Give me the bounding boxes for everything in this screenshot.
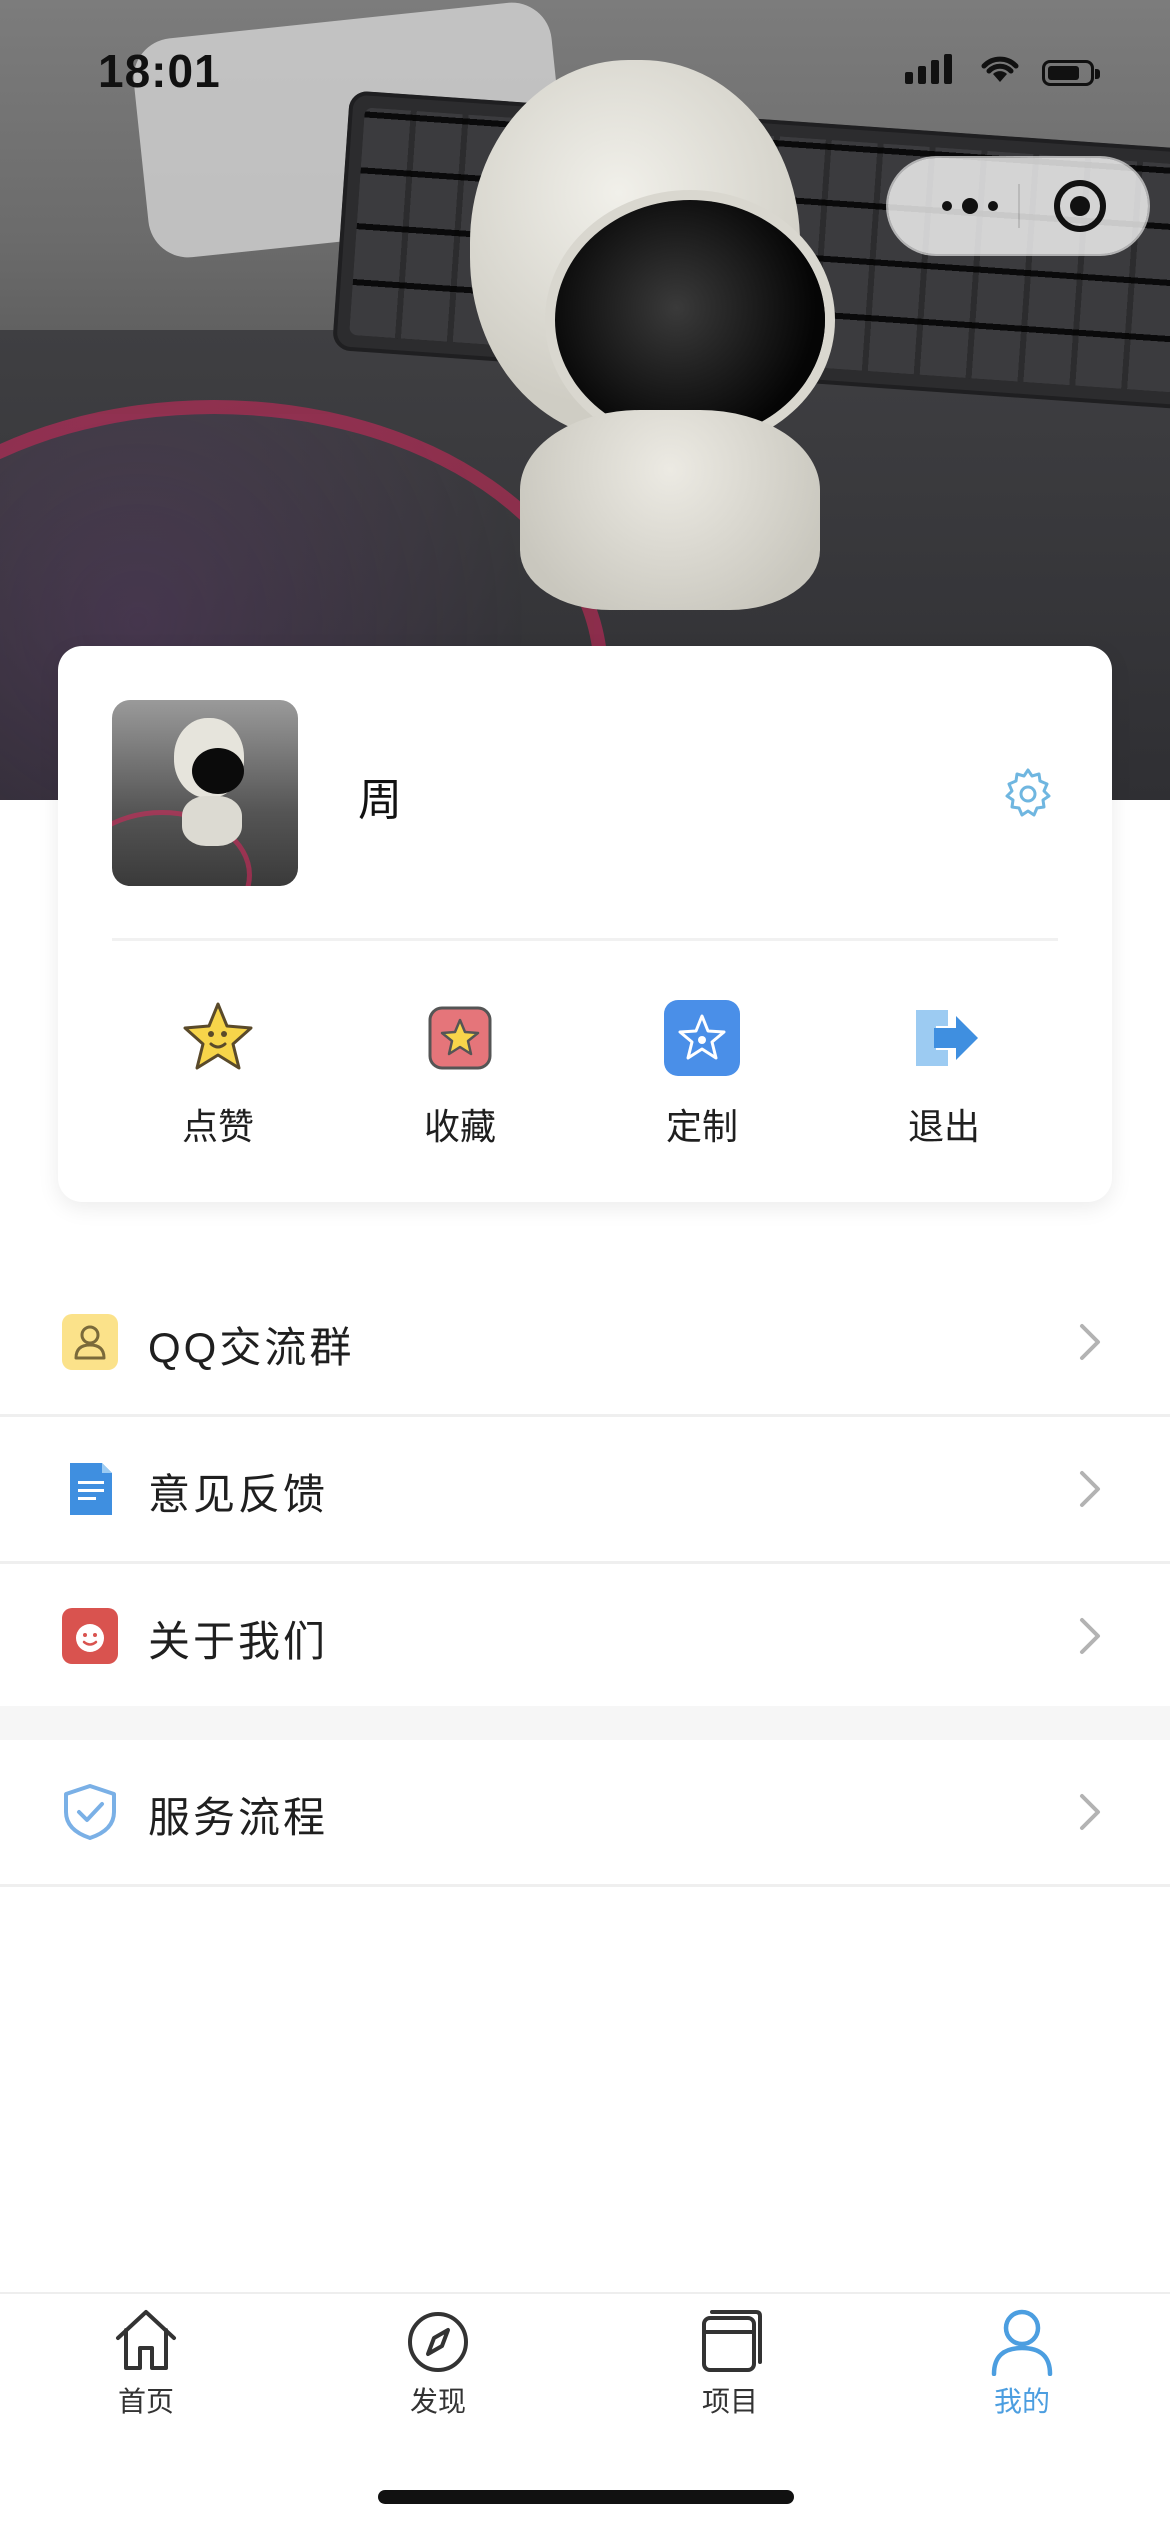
favorites-button[interactable]: 收藏	[360, 998, 560, 1158]
about-us-icon	[62, 1608, 118, 1664]
home-icon	[116, 2310, 176, 2370]
status-time: 18:01	[98, 45, 221, 97]
quick-actions: 点赞 收藏 定制 退出	[58, 998, 1112, 1158]
miniprogram-capsule	[888, 158, 1148, 254]
tab-home[interactable]: 首页	[0, 2294, 292, 2444]
menu-label-qq-group: QQ交流群	[148, 1324, 355, 1371]
card-divider	[112, 938, 1058, 941]
tab-label-discover: 发现	[409, 2386, 466, 2417]
avatar[interactable]	[112, 700, 298, 886]
menu-item-service-process[interactable]: 服务流程	[0, 1740, 1170, 1884]
customize-button[interactable]: 定制	[602, 998, 802, 1158]
menu-label-feedback: 意见反馈	[148, 1471, 329, 1518]
qq-group-icon	[62, 1314, 118, 1370]
settings-gear-icon[interactable]	[998, 764, 1058, 824]
status-bar: 18:01	[0, 0, 1170, 140]
menu-label-about-us: 关于我们	[148, 1618, 329, 1665]
chevron-right-icon	[1080, 1471, 1100, 1507]
user-icon	[991, 2309, 1053, 2376]
logout-button[interactable]: 退出	[844, 998, 1044, 1158]
username: 周	[358, 776, 402, 825]
profile-card: 周 点赞 收藏 定制 退出	[58, 646, 1112, 1202]
tab-label-projects: 项目	[701, 2386, 758, 2417]
custom-star-icon	[664, 1000, 740, 1076]
more-options-icon[interactable]	[930, 158, 1010, 254]
tab-projects[interactable]: 项目	[584, 2294, 876, 2444]
menu-item-feedback[interactable]: 意见反馈	[0, 1417, 1170, 1561]
section-gap	[0, 1706, 1170, 1740]
battery-icon	[1042, 60, 1100, 86]
tab-mine[interactable]: 我的	[876, 2294, 1168, 2444]
menu-label-service-process: 服务流程	[148, 1794, 329, 1841]
favorite-star-icon	[428, 1006, 492, 1070]
like-label: 点赞	[181, 1106, 254, 1147]
chevron-right-icon	[1080, 1794, 1100, 1830]
compass-icon	[408, 2312, 468, 2372]
home-indicator	[378, 2490, 794, 2504]
tab-label-home: 首页	[117, 2386, 174, 2417]
cellular-signal-icon	[905, 54, 952, 84]
thumbs-up-star-icon	[183, 1002, 253, 1070]
menu-item-about-us[interactable]: 关于我们	[0, 1564, 1170, 1708]
tab-label-mine: 我的	[993, 2386, 1050, 2417]
projects-icon	[702, 2310, 762, 2372]
logout-icon	[916, 1010, 978, 1066]
wifi-icon	[981, 56, 1019, 82]
close-miniprogram-icon[interactable]	[1054, 180, 1106, 232]
chevron-right-icon	[1080, 1618, 1100, 1654]
menu-item-qq-group[interactable]: QQ交流群	[0, 1270, 1170, 1414]
shield-check-icon	[64, 1784, 116, 1840]
customize-label: 定制	[665, 1106, 738, 1147]
like-button[interactable]: 点赞	[118, 998, 318, 1158]
chevron-right-icon	[1080, 1324, 1100, 1360]
favorites-label: 收藏	[423, 1106, 496, 1147]
logout-label: 退出	[907, 1106, 980, 1147]
feedback-document-icon	[70, 1463, 112, 1515]
tab-discover[interactable]: 发现	[292, 2294, 584, 2444]
